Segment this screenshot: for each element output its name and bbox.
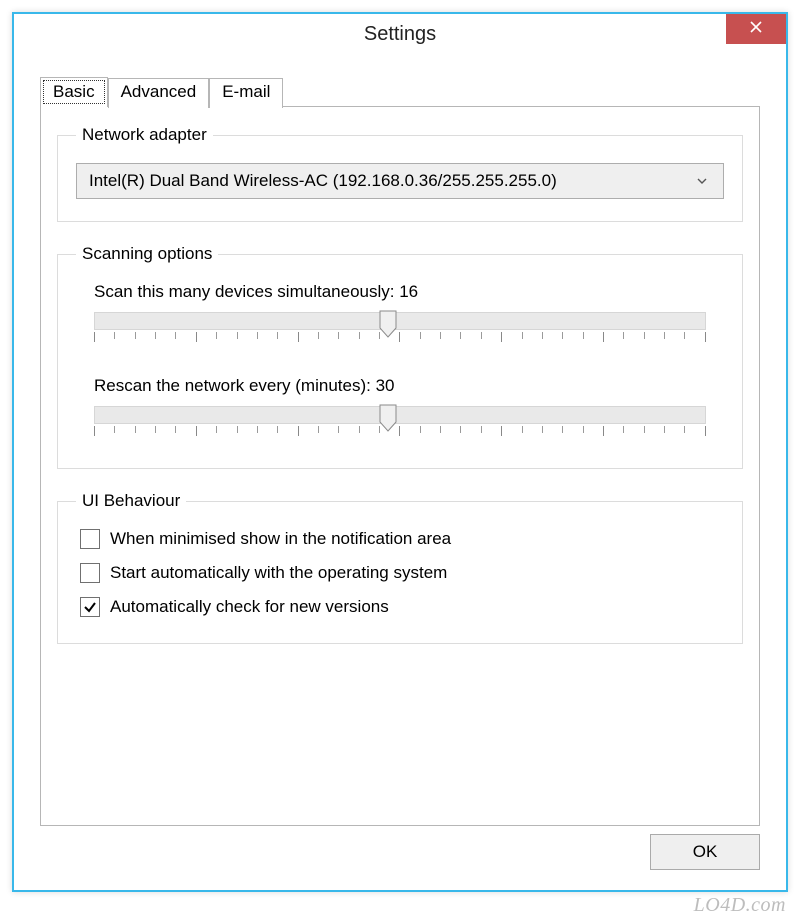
checkbox-update-label: Automatically check for new versions: [110, 597, 389, 617]
group-network-adapter: Network adapter Intel(R) Dual Band Wirel…: [57, 125, 743, 222]
tabstrip: Basic Advanced E-mail: [40, 76, 760, 106]
slider-track: [94, 406, 706, 424]
tab-basic[interactable]: Basic: [40, 77, 108, 107]
simultaneous-slider[interactable]: [94, 308, 706, 346]
checkbox-tray-box: [80, 529, 100, 549]
simultaneous-label-row: Scan this many devices simultaneously: 1…: [76, 282, 724, 302]
rescan-slider[interactable]: [94, 402, 706, 440]
slider-thumb[interactable]: [379, 404, 397, 432]
settings-window: Settings Basic Advanced E-mail Network a…: [12, 12, 788, 892]
checkbox-autostart-box: [80, 563, 100, 583]
tab-advanced-label: Advanced: [121, 82, 197, 101]
client-area: Basic Advanced E-mail Network adapter In…: [14, 54, 786, 844]
tab-advanced[interactable]: Advanced: [108, 78, 210, 108]
tab-basic-label: Basic: [53, 82, 95, 101]
close-icon: [749, 19, 763, 39]
tab-email[interactable]: E-mail: [209, 78, 283, 108]
network-adapter-selected: Intel(R) Dual Band Wireless-AC (192.168.…: [89, 171, 693, 191]
rescan-label: Rescan the network every (minutes):: [94, 376, 371, 395]
group-ui-behaviour: UI Behaviour When minimised show in the …: [57, 491, 743, 644]
ok-button-label: OK: [693, 842, 718, 862]
dialog-footer: OK: [650, 834, 760, 870]
simultaneous-label: Scan this many devices simultaneously:: [94, 282, 394, 301]
titlebar: Settings: [14, 14, 786, 54]
rescan-label-row: Rescan the network every (minutes): 30: [76, 376, 724, 396]
tab-email-label: E-mail: [222, 82, 270, 101]
close-button[interactable]: [726, 14, 786, 44]
checkbox-autostart[interactable]: Start automatically with the operating s…: [80, 563, 724, 583]
checkbox-tray-label: When minimised show in the notification …: [110, 529, 451, 549]
group-network-adapter-legend: Network adapter: [76, 125, 213, 145]
checkbox-update-box: [80, 597, 100, 617]
ok-button[interactable]: OK: [650, 834, 760, 870]
group-ui-legend: UI Behaviour: [76, 491, 186, 511]
checkbox-autostart-label: Start automatically with the operating s…: [110, 563, 447, 583]
slider-block-simultaneous: Scan this many devices simultaneously: 1…: [76, 282, 724, 346]
slider-thumb[interactable]: [379, 310, 397, 338]
slider-block-rescan: Rescan the network every (minutes): 30: [76, 376, 724, 440]
slider-ticks: [94, 426, 706, 436]
network-adapter-dropdown[interactable]: Intel(R) Dual Band Wireless-AC (192.168.…: [76, 163, 724, 199]
group-scanning-options: Scanning options Scan this many devices …: [57, 244, 743, 469]
watermark: LO4D.com: [694, 894, 786, 917]
tabpanel-basic: Network adapter Intel(R) Dual Band Wirel…: [40, 106, 760, 826]
rescan-value: 30: [376, 376, 395, 395]
chevron-down-icon: [693, 175, 711, 187]
slider-ticks: [94, 332, 706, 342]
slider-track: [94, 312, 706, 330]
checkbox-update[interactable]: Automatically check for new versions: [80, 597, 724, 617]
simultaneous-value: 16: [399, 282, 418, 301]
group-scanning-legend: Scanning options: [76, 244, 218, 264]
window-title: Settings: [364, 23, 436, 46]
checkbox-tray[interactable]: When minimised show in the notification …: [80, 529, 724, 549]
